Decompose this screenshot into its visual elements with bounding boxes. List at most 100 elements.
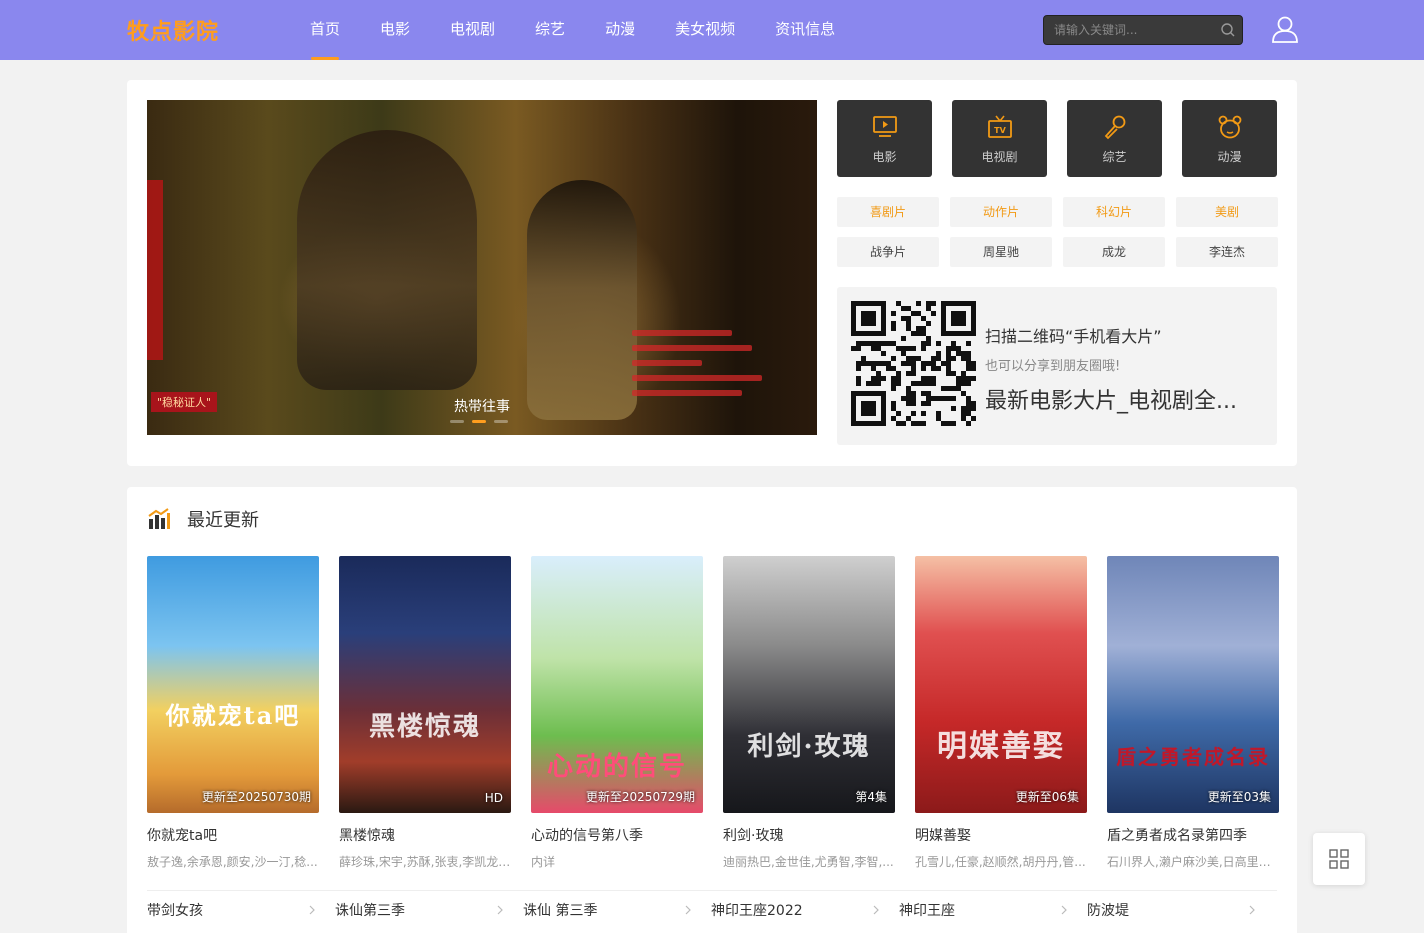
tag-us-drama[interactable]: 美剧 xyxy=(1176,197,1278,227)
category-variety[interactable]: 综艺 xyxy=(1067,100,1162,177)
category-label: 动漫 xyxy=(1217,150,1242,164)
video-poster[interactable]: 黑楼惊魂 HD xyxy=(339,556,511,813)
nav-beauty-videos[interactable]: 美女视频 xyxy=(655,0,755,60)
video-poster[interactable]: 明媒善娶 更新至06集 xyxy=(915,556,1087,813)
title-link[interactable]: 诛仙第三季 xyxy=(335,891,523,931)
video-cast: 石川界人,濑户麻沙美,日高里菜... xyxy=(1107,855,1279,869)
tv-icon: TV xyxy=(987,115,1012,138)
tag-stephen-chow[interactable]: 周星驰 xyxy=(950,237,1052,267)
tv-play-icon xyxy=(872,116,897,137)
video-title[interactable]: 你就宠ta吧 xyxy=(147,825,319,845)
chevron-right-icon xyxy=(309,905,315,915)
recent-updates-panel: 最近更新 你就宠ta吧 更新至20250730期 你就宠ta吧 敖子逸,余承恩,… xyxy=(127,487,1297,933)
qr-title: 扫描二维码“手机看大片” xyxy=(985,327,1162,346)
nav-movies[interactable]: 电影 xyxy=(360,0,430,60)
slide-dot-3[interactable] xyxy=(494,420,508,423)
poster-title-art: 黑楼惊魂 xyxy=(368,712,481,742)
video-poster[interactable]: 盾之勇者成名录 更新至03集 xyxy=(1107,556,1279,813)
nav-home[interactable]: 首页 xyxy=(290,0,360,60)
video-title[interactable]: 利剑·玫瑰 xyxy=(723,825,895,845)
title-link-label: 诛仙第三季 xyxy=(335,903,405,919)
video-card[interactable]: 利剑·玫瑰 第4集 利剑·玫瑰 迪丽热巴,金世佳,尤勇智,李智,... xyxy=(723,556,895,870)
microphone-icon xyxy=(1104,115,1125,140)
title-link-label: 带剑女孩 xyxy=(147,903,203,919)
title-link[interactable]: 诛仙 第三季 xyxy=(523,891,711,931)
slide-indicators xyxy=(450,420,508,423)
chevron-right-icon xyxy=(1061,905,1067,915)
category-label: 电影 xyxy=(872,150,897,164)
video-title[interactable]: 黑楼惊魂 xyxy=(339,825,511,845)
banner-caption[interactable]: 热带往事 xyxy=(147,396,817,416)
qr-site-name: 最新电影大片_电视剧全... xyxy=(985,389,1237,414)
tag-scifi[interactable]: 科幻片 xyxy=(1063,197,1165,227)
main-nav: 首页 电影 电视剧 综艺 动漫 美女视频 资讯信息 xyxy=(290,0,855,60)
poster-title-art: 盾之勇者成名录 xyxy=(1116,745,1270,769)
update-badge: 更新至03集 xyxy=(1207,790,1271,804)
category-movies[interactable]: 电影 xyxy=(837,100,932,177)
video-title[interactable]: 心动的信号第八季 xyxy=(531,825,703,845)
video-card[interactable]: 盾之勇者成名录 更新至03集 盾之勇者成名录第四季 石川界人,濑户麻沙美,日高里… xyxy=(1107,556,1279,870)
search-input[interactable] xyxy=(1044,16,1212,44)
title-link[interactable]: 防波堤 xyxy=(1087,891,1275,931)
category-label: 综艺 xyxy=(1102,150,1127,164)
video-card[interactable]: 黑楼惊魂 HD 黑楼惊魂 薛珍珠,宋宇,苏酥,张衷,李凯龙,... xyxy=(339,556,511,870)
video-card[interactable]: 心动的信号 更新至20250729期 心动的信号第八季 内详 xyxy=(531,556,703,870)
update-badge: 更新至20250730期 xyxy=(201,790,311,804)
slide-dot-1[interactable] xyxy=(450,420,464,423)
nav-variety[interactable]: 综艺 xyxy=(515,0,585,60)
tag-action[interactable]: 动作片 xyxy=(950,197,1052,227)
bar-chart-icon xyxy=(148,508,170,529)
video-card[interactable]: 你就宠ta吧 更新至20250730期 你就宠ta吧 敖子逸,余承恩,颜安,沙一… xyxy=(147,556,319,870)
nav-tv-series[interactable]: 电视剧 xyxy=(430,0,515,60)
title-link-label: 诛仙 第三季 xyxy=(523,903,598,919)
qr-subtitle: 也可以分享到朋友圈哦! xyxy=(985,359,1121,374)
recent-cards: 你就宠ta吧 更新至20250730期 你就宠ta吧 敖子逸,余承恩,颜安,沙一… xyxy=(147,556,1279,870)
video-card[interactable]: 明媒善娶 更新至06集 明媒善娶 孔雪儿,任豪,赵顺然,胡丹丹,管... xyxy=(915,556,1087,870)
video-poster[interactable]: 你就宠ta吧 更新至20250730期 xyxy=(147,556,319,813)
title-link[interactable]: 神印王座2022 xyxy=(711,891,899,931)
user-icon[interactable] xyxy=(1270,14,1300,44)
poster-title-art: 明媒善娶 xyxy=(937,729,1065,764)
chevron-right-icon xyxy=(685,905,691,915)
featured-panel: "稳秘证人" 热带往事 电影 TV 电视剧 综艺 动漫 喜剧片 动作片 科幻片 … xyxy=(127,80,1297,466)
video-poster[interactable]: 利剑·玫瑰 第4集 xyxy=(723,556,895,813)
category-tv[interactable]: TV 电视剧 xyxy=(952,100,1047,177)
category-label: 电视剧 xyxy=(981,150,1018,164)
search-icon[interactable] xyxy=(1220,22,1236,38)
tag-war[interactable]: 战争片 xyxy=(837,237,939,267)
title-link[interactable]: 带剑女孩 xyxy=(147,891,335,931)
poster-title-art: 你就宠ta吧 xyxy=(165,701,301,730)
video-cast: 敖子逸,余承恩,颜安,沙一汀,稔... xyxy=(147,855,318,869)
site-logo[interactable]: 牧点影院 xyxy=(127,14,219,46)
grid-menu-button[interactable] xyxy=(1313,833,1365,885)
video-cast: 孔雪儿,任豪,赵顺然,胡丹丹,管... xyxy=(915,855,1086,869)
hero-banner[interactable]: "稳秘证人" 热带往事 xyxy=(147,100,817,435)
search-box xyxy=(1043,15,1243,45)
poster-title-art: 心动的信号 xyxy=(546,752,687,782)
nav-anime[interactable]: 动漫 xyxy=(585,0,655,60)
poster-figure-man xyxy=(297,130,477,390)
tag-jackie-chan[interactable]: 成龙 xyxy=(1063,237,1165,267)
chevron-right-icon xyxy=(1249,905,1255,915)
video-cast: 内详 xyxy=(531,855,556,869)
video-title[interactable]: 明媒善娶 xyxy=(915,825,1087,845)
bear-icon xyxy=(1218,115,1241,139)
grid-icon xyxy=(1329,849,1349,869)
poster-title-art: 利剑·玫瑰 xyxy=(747,732,871,762)
title-link-label: 防波堤 xyxy=(1087,903,1129,919)
video-cast: 薛珍珠,宋宇,苏酥,张衷,李凯龙,... xyxy=(339,855,511,869)
qr-promo: 扫描二维码“手机看大片” 也可以分享到朋友圈哦! 最新电影大片_电视剧全... xyxy=(837,287,1277,445)
title-link[interactable]: 神印王座 xyxy=(899,891,1087,931)
svg-text:TV: TV xyxy=(994,126,1006,135)
video-title[interactable]: 盾之勇者成名录第四季 xyxy=(1107,825,1279,845)
slide-dot-2[interactable] xyxy=(472,420,486,423)
tag-comedy[interactable]: 喜剧片 xyxy=(837,197,939,227)
poster-figure-woman xyxy=(527,180,637,420)
top-header: 牧点影院 首页 电影 电视剧 综艺 动漫 美女视频 资讯信息 xyxy=(0,0,1424,60)
video-poster[interactable]: 心动的信号 更新至20250729期 xyxy=(531,556,703,813)
tag-jet-li[interactable]: 李连杰 xyxy=(1176,237,1278,267)
chevron-right-icon xyxy=(497,905,503,915)
nav-news[interactable]: 资讯信息 xyxy=(755,0,855,60)
category-anime[interactable]: 动漫 xyxy=(1182,100,1277,177)
title-link-row: 带剑女孩 诛仙第三季 诛仙 第三季 神印王座2022 神印王座 防波堤 xyxy=(147,890,1277,930)
